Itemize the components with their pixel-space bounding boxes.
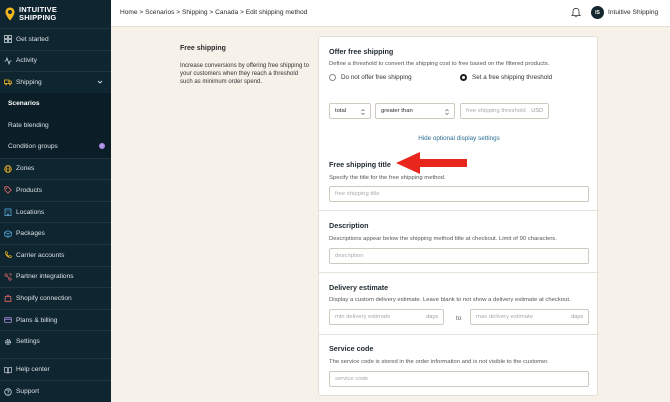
gear-icon bbox=[4, 338, 12, 346]
sidebar-item-label: Packages bbox=[16, 230, 45, 238]
sidebar-item-label: Locations bbox=[16, 208, 45, 216]
sidebar-item-label: Scenarios bbox=[8, 100, 40, 108]
sidebar-item-shopify-connection[interactable]: Shopify connection bbox=[0, 287, 111, 309]
service-code-heading: Service code bbox=[329, 344, 374, 353]
top-bar: Home > Scenarios > Shipping > Canada > E… bbox=[111, 0, 670, 27]
sidebar-item-locations[interactable]: Locations bbox=[0, 200, 111, 223]
building-icon bbox=[4, 208, 12, 216]
info-badge: i bbox=[99, 142, 105, 149]
sidebar-item-products[interactable]: Products bbox=[0, 179, 111, 201]
sidebar-item-settings[interactable]: Settings bbox=[0, 330, 111, 352]
globe-icon bbox=[4, 165, 12, 173]
sidebar-item-label: Support bbox=[16, 388, 40, 395]
days-unit: days bbox=[571, 314, 583, 320]
threshold-input[interactable]: free shipping threshold USD bbox=[460, 103, 549, 119]
sidebar-item-label: Zones bbox=[16, 165, 35, 173]
hide-display-settings-link[interactable]: Hide optional display settings bbox=[319, 135, 599, 142]
delivery-estimate-heading: Delivery estimate bbox=[329, 283, 389, 292]
bell-icon[interactable] bbox=[571, 7, 581, 18]
bag-icon bbox=[4, 294, 12, 303]
sidebar-item-label: Products bbox=[16, 186, 43, 194]
sidebar-item-packages[interactable]: Packages bbox=[0, 222, 111, 244]
sidebar-item-activity[interactable]: Activity bbox=[0, 49, 111, 72]
free-shipping-card: Offer free shipping Define a threshold t… bbox=[318, 36, 599, 396]
radio-label: Do not offer free shipping bbox=[341, 74, 412, 81]
free-shipping-title-heading: Free shipping title bbox=[329, 160, 391, 169]
avatar[interactable]: IS bbox=[591, 6, 604, 19]
metric-select[interactable]: total bbox=[329, 103, 371, 119]
truck-icon bbox=[4, 78, 12, 86]
radio-threshold[interactable]: Set a free shipping threshold bbox=[460, 74, 552, 81]
delivery-estimate-description: Display a custom delivery estimate. Leav… bbox=[329, 297, 571, 303]
sidebar-item-label: Settings bbox=[16, 338, 40, 346]
sidebar-item-label: Plans & billing bbox=[16, 316, 58, 324]
service-code-description: The service code is stored in the order … bbox=[329, 359, 549, 365]
sidebar-item-label: Carrier accounts bbox=[16, 251, 65, 259]
sidebar-item-label: Shopify connection bbox=[16, 294, 72, 302]
sidebar-item-rate-blending[interactable]: Rate blending bbox=[0, 114, 111, 136]
phone-icon bbox=[4, 251, 12, 259]
section-description: Increase conversions by offering free sh… bbox=[180, 63, 309, 85]
radio-label: Set a free shipping threshold bbox=[472, 74, 553, 81]
range-separator: to bbox=[456, 315, 462, 322]
sidebar-item-label: Help center bbox=[16, 366, 50, 373]
radio-no-free-shipping[interactable]: Do not offer free shipping bbox=[329, 74, 412, 81]
sidebar-item-condition-groups[interactable]: Condition groups i bbox=[0, 135, 111, 158]
sidebar-item-support[interactable]: Support bbox=[0, 380, 111, 402]
currency-unit: USD bbox=[531, 108, 543, 114]
sidebar-item-label: Condition groups bbox=[8, 143, 58, 151]
offer-title: Offer free shipping bbox=[329, 47, 394, 56]
dashboard-icon bbox=[4, 35, 12, 44]
days-unit: days bbox=[426, 314, 438, 320]
max-delivery-input[interactable]: max delivery estimate days bbox=[470, 309, 589, 325]
service-code-input[interactable]: service code bbox=[329, 371, 589, 387]
sidebar-item-shipping[interactable]: Shipping bbox=[0, 71, 111, 93]
radio-unselected[interactable] bbox=[329, 74, 336, 81]
card-icon bbox=[4, 316, 12, 324]
offer-description: Define a threshold to convert the shippi… bbox=[329, 61, 550, 67]
sidebar-item-plans-billing[interactable]: Plans & billing bbox=[0, 308, 111, 331]
sidebar-item-help-center[interactable]: Help center bbox=[0, 358, 111, 380]
annotation-arrow-icon bbox=[396, 152, 467, 174]
divider bbox=[319, 210, 599, 211]
sidebar-item-label: Get started bbox=[16, 35, 49, 43]
brand-logo[interactable]: INTUITIVE SHIPPING bbox=[0, 0, 111, 28]
select-arrows-icon bbox=[445, 109, 449, 115]
free-shipping-title-input[interactable]: free shipping title bbox=[329, 186, 589, 202]
description-help: Descriptions appear below the shipping m… bbox=[329, 236, 557, 242]
description-heading: Description bbox=[329, 221, 369, 230]
divider bbox=[319, 334, 599, 335]
tag-icon bbox=[4, 186, 12, 195]
free-shipping-title-description: Specify the title for the free shipping … bbox=[329, 175, 446, 181]
package-icon bbox=[4, 229, 12, 238]
breadcrumb[interactable]: Home > Scenarios > Shipping > Canada > E… bbox=[120, 9, 307, 16]
sidebar: INTUITIVE SHIPPING Get started Activity … bbox=[0, 0, 111, 402]
help-icon bbox=[4, 387, 12, 396]
min-delivery-input[interactable]: min delivery estimate days bbox=[329, 309, 444, 325]
book-icon bbox=[4, 366, 12, 374]
radio-selected[interactable] bbox=[460, 74, 467, 81]
sidebar-item-label: Rate blending bbox=[8, 121, 49, 129]
sidebar-item-carrier-accounts[interactable]: Carrier accounts bbox=[0, 243, 111, 266]
location-pin-icon bbox=[5, 7, 15, 21]
brand-name: INTUITIVE SHIPPING bbox=[19, 5, 58, 22]
sidebar-item-scenarios[interactable]: Scenarios bbox=[0, 92, 111, 115]
activity-icon bbox=[4, 56, 12, 65]
sidebar-item-partner-integrations[interactable]: Partner integrations bbox=[0, 265, 111, 288]
sidebar-item-label: Partner integrations bbox=[16, 273, 74, 281]
sidebar-item-get-started[interactable]: Get started bbox=[0, 28, 111, 50]
divider bbox=[319, 272, 599, 273]
sidebar-item-zones[interactable]: Zones bbox=[0, 157, 111, 180]
sidebar-footer: Help center Support bbox=[0, 358, 111, 402]
section-title: Free shipping bbox=[180, 45, 226, 52]
description-input[interactable]: description bbox=[329, 248, 589, 264]
sidebar-item-label: Shipping bbox=[16, 78, 42, 86]
operator-select[interactable]: greater than bbox=[375, 103, 455, 119]
chevron-down-icon bbox=[97, 80, 103, 84]
store-name[interactable]: Intuitive Shipping bbox=[608, 9, 658, 16]
integration-icon bbox=[4, 273, 12, 281]
select-arrows-icon bbox=[361, 109, 365, 115]
sidebar-item-label: Activity bbox=[16, 57, 37, 65]
